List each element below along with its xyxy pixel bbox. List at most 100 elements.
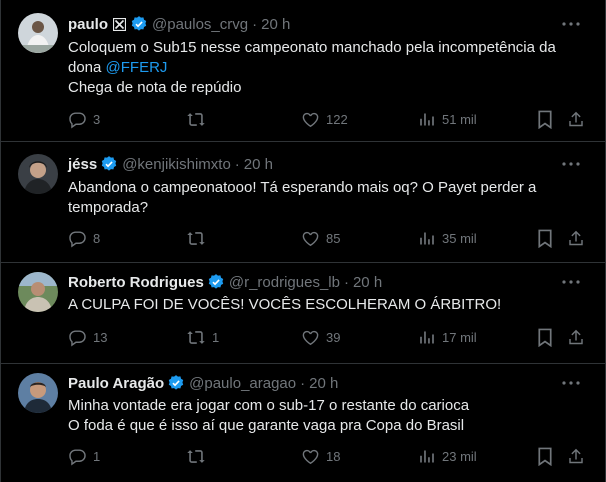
like-icon xyxy=(302,449,319,464)
repost-icon xyxy=(187,330,205,344)
timestamp[interactable]: 20 h xyxy=(353,274,382,291)
more-icon[interactable] xyxy=(561,373,581,393)
share-icon[interactable] xyxy=(566,109,586,129)
verified-badge-icon xyxy=(130,15,148,33)
display-name[interactable]: Roberto Rodrigues xyxy=(68,274,204,291)
reply-count: 1 xyxy=(93,448,101,464)
verified-badge-icon xyxy=(100,155,118,173)
repost-button[interactable] xyxy=(186,109,212,129)
tweet-text: Minha vontade era jogar com o sub-17 o r… xyxy=(68,396,568,436)
tweet[interactable]: Paulo Aragão @paulo_aragao · 20 h Minha … xyxy=(1,364,606,482)
handle[interactable]: @r_rodrigues_lb xyxy=(229,274,340,291)
share-icon[interactable] xyxy=(566,446,586,466)
tweet-header: paulo @paulos_crvg · 20 h xyxy=(68,14,290,34)
avatar[interactable] xyxy=(18,13,58,53)
like-count: 18 xyxy=(326,448,341,464)
reply-count: 13 xyxy=(93,329,108,345)
views-button[interactable]: 51 mil xyxy=(418,109,477,129)
tweet-header: Paulo Aragão @paulo_aragao · 20 h xyxy=(68,373,338,393)
verified-badge-icon xyxy=(207,273,225,291)
tweet-text-line: Chega de nota de repúdio xyxy=(68,79,242,96)
bookmark-icon[interactable] xyxy=(535,109,555,129)
action-bar: 8 85 35 mil xyxy=(1,228,606,248)
handle[interactable]: @paulo_aragao xyxy=(189,375,296,392)
like-icon xyxy=(302,112,319,127)
like-icon xyxy=(302,231,319,246)
like-button[interactable]: 85 xyxy=(301,228,340,248)
tweet-header: Roberto Rodrigues @r_rodrigues_lb · 20 h xyxy=(68,272,382,292)
repost-button[interactable] xyxy=(186,446,212,466)
reply-icon xyxy=(69,230,86,247)
share-icon[interactable] xyxy=(566,327,586,347)
more-icon[interactable] xyxy=(561,272,581,292)
reply-count: 3 xyxy=(93,111,101,127)
like-count: 39 xyxy=(326,329,341,345)
reply-button[interactable]: 1 xyxy=(68,446,100,466)
views-button[interactable]: 23 mil xyxy=(418,446,477,466)
separator-dot: · xyxy=(252,15,258,33)
action-bar: 13 1 39 17 mil xyxy=(1,327,606,347)
verified-badge-icon xyxy=(167,374,185,392)
views-count: 23 mil xyxy=(442,448,477,464)
repost-button[interactable]: 1 xyxy=(186,327,219,347)
tweet[interactable]: jéss @kenjikishimxto · 20 h Abandona o c… xyxy=(1,142,606,263)
repost-icon xyxy=(187,231,205,245)
repost-icon xyxy=(187,112,205,126)
like-button[interactable]: 122 xyxy=(301,109,348,129)
separator-dot: · xyxy=(234,155,240,173)
views-icon xyxy=(420,450,434,462)
action-bar: 3 122 51 mil xyxy=(1,109,606,129)
reply-icon xyxy=(69,111,86,128)
mention-link[interactable]: @FFERJ xyxy=(106,59,168,76)
reply-button[interactable]: 13 xyxy=(68,327,107,347)
avatar[interactable] xyxy=(18,373,58,413)
timestamp[interactable]: 20 h xyxy=(244,156,273,173)
avatar[interactable] xyxy=(18,154,58,194)
bookmark-icon[interactable] xyxy=(535,446,555,466)
avatar[interactable] xyxy=(18,272,58,312)
more-icon[interactable] xyxy=(561,154,581,174)
views-button[interactable]: 17 mil xyxy=(418,327,477,347)
views-icon xyxy=(420,232,434,244)
cross-badge-icon xyxy=(113,17,126,31)
display-name[interactable]: Paulo Aragão xyxy=(68,375,164,392)
tweet-text-line: O foda é que é isso aí que garante vaga … xyxy=(68,417,465,434)
tweet-text: Abandona o campeonatooo! Tá esperando ma… xyxy=(68,178,568,218)
tweet-text-fragment: dona xyxy=(68,59,106,76)
timestamp[interactable]: 20 h xyxy=(309,375,338,392)
tweet-text-line: dona @FFERJ xyxy=(68,58,568,78)
repost-icon xyxy=(187,449,205,463)
handle[interactable]: @kenjikishimxto xyxy=(122,156,231,173)
tweet-text-line: temporada? xyxy=(68,199,149,216)
display-name[interactable]: paulo xyxy=(68,16,108,33)
views-button[interactable]: 35 mil xyxy=(418,228,477,248)
views-icon xyxy=(420,113,434,125)
more-icon[interactable] xyxy=(561,14,581,34)
like-button[interactable]: 39 xyxy=(301,327,340,347)
like-button[interactable]: 18 xyxy=(301,446,340,466)
like-count: 85 xyxy=(326,230,341,246)
reply-icon xyxy=(69,448,86,465)
separator-dot: · xyxy=(343,273,349,291)
share-icon[interactable] xyxy=(566,228,586,248)
handle[interactable]: @paulos_crvg xyxy=(152,16,248,33)
tweet-text-line: A CULPA FOI DE VOCÊS! VOCÊS ESCOLHERAM O… xyxy=(68,296,502,313)
action-bar: 1 18 23 mil xyxy=(1,446,606,466)
like-icon xyxy=(302,330,319,345)
views-count: 35 mil xyxy=(442,230,477,246)
tweet-text-line: Abandona o campeonatooo! Tá esperando ma… xyxy=(68,179,537,196)
repost-count: 1 xyxy=(212,329,220,345)
reply-button[interactable]: 8 xyxy=(68,228,100,248)
reply-count: 8 xyxy=(93,230,101,246)
bookmark-icon[interactable] xyxy=(535,228,555,248)
separator-dot: · xyxy=(300,374,306,392)
bookmark-icon[interactable] xyxy=(535,327,555,347)
tweet[interactable]: Roberto Rodrigues @r_rodrigues_lb · 20 h… xyxy=(1,263,606,364)
tweet[interactable]: paulo @paulos_crvg · 20 h Coloquem o Sub… xyxy=(1,0,606,142)
reply-icon xyxy=(69,329,86,346)
display-name[interactable]: jéss xyxy=(68,156,97,173)
timestamp[interactable]: 20 h xyxy=(261,16,290,33)
tweet-text: A CULPA FOI DE VOCÊS! VOCÊS ESCOLHERAM O… xyxy=(68,295,568,315)
repost-button[interactable] xyxy=(186,228,212,248)
reply-button[interactable]: 3 xyxy=(68,109,100,129)
